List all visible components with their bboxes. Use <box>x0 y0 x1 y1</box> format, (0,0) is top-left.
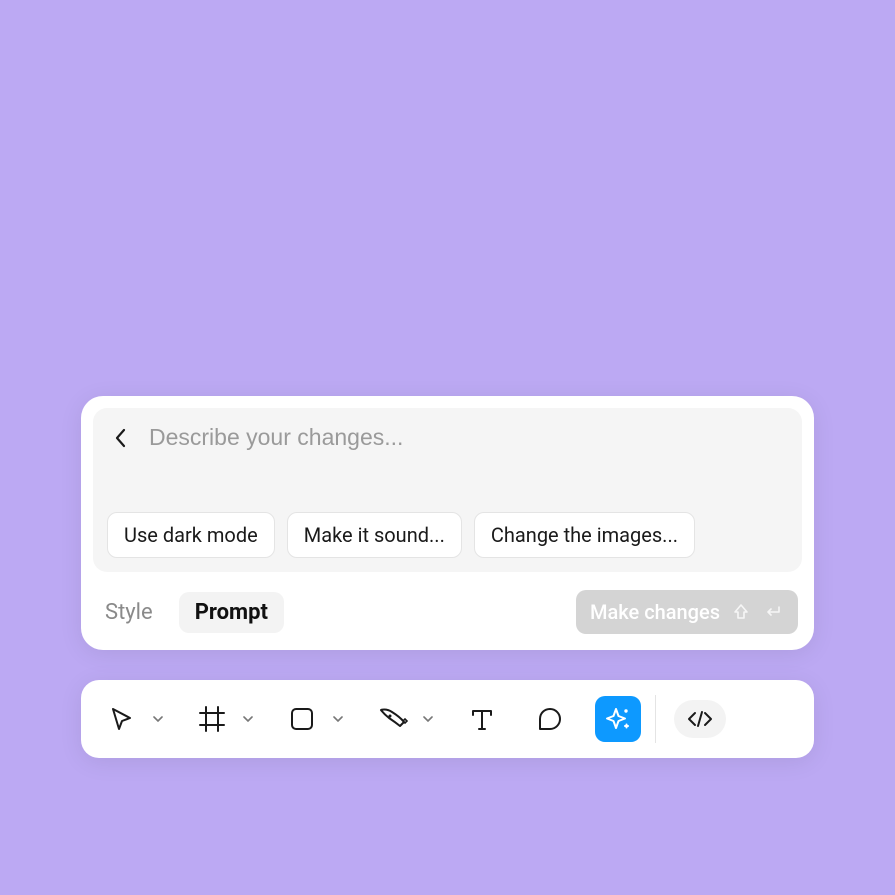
cursor-icon <box>107 704 137 734</box>
shift-key-icon <box>730 601 752 623</box>
suggestion-chip-images[interactable]: Change the images... <box>474 512 695 558</box>
submit-label: Make changes <box>590 600 720 624</box>
comment-tool[interactable] <box>527 696 573 742</box>
ai-prompt-panel: Use dark mode Make it sound... Change th… <box>81 396 814 650</box>
prompt-input[interactable] <box>149 420 445 454</box>
tab-style[interactable]: Style <box>97 592 169 633</box>
code-icon <box>687 710 713 728</box>
suggestion-chip-sound[interactable]: Make it sound... <box>287 512 462 558</box>
chevron-down-icon <box>333 716 343 723</box>
suggestion-chip-dark-mode[interactable]: Use dark mode <box>107 512 275 558</box>
tab-prompt[interactable]: Prompt <box>179 592 284 633</box>
select-tool-dropdown[interactable] <box>149 696 167 742</box>
dev-mode-toggle[interactable] <box>674 700 726 738</box>
text-icon <box>467 704 497 734</box>
panel-footer: Style Prompt Make changes <box>81 580 814 650</box>
frame-tool-dropdown[interactable] <box>239 696 257 742</box>
pen-tool[interactable] <box>369 696 415 742</box>
pen-tool-dropdown[interactable] <box>419 696 437 742</box>
chevron-down-icon <box>423 716 433 723</box>
ai-tool[interactable] <box>595 696 641 742</box>
frame-tool[interactable] <box>189 696 235 742</box>
sparkle-icon <box>603 704 633 734</box>
prompt-area: Use dark mode Make it sound... Change th… <box>93 408 802 572</box>
chevron-down-icon <box>153 716 163 723</box>
pen-icon <box>376 704 408 734</box>
back-button[interactable] <box>107 424 135 452</box>
toolbar-divider <box>655 695 656 743</box>
rectangle-tool[interactable] <box>279 696 325 742</box>
comment-icon <box>535 704 565 734</box>
chevron-down-icon <box>243 716 253 723</box>
toolbar <box>81 680 814 758</box>
return-key-icon <box>762 601 784 623</box>
text-tool[interactable] <box>459 696 505 742</box>
make-changes-button[interactable]: Make changes <box>576 590 798 634</box>
frame-icon <box>197 704 227 734</box>
rectangle-icon <box>287 704 317 734</box>
select-tool[interactable] <box>99 696 145 742</box>
rectangle-tool-dropdown[interactable] <box>329 696 347 742</box>
chevron-left-icon <box>114 427 128 449</box>
suggestion-chips: Use dark mode Make it sound... Change th… <box>107 512 788 558</box>
